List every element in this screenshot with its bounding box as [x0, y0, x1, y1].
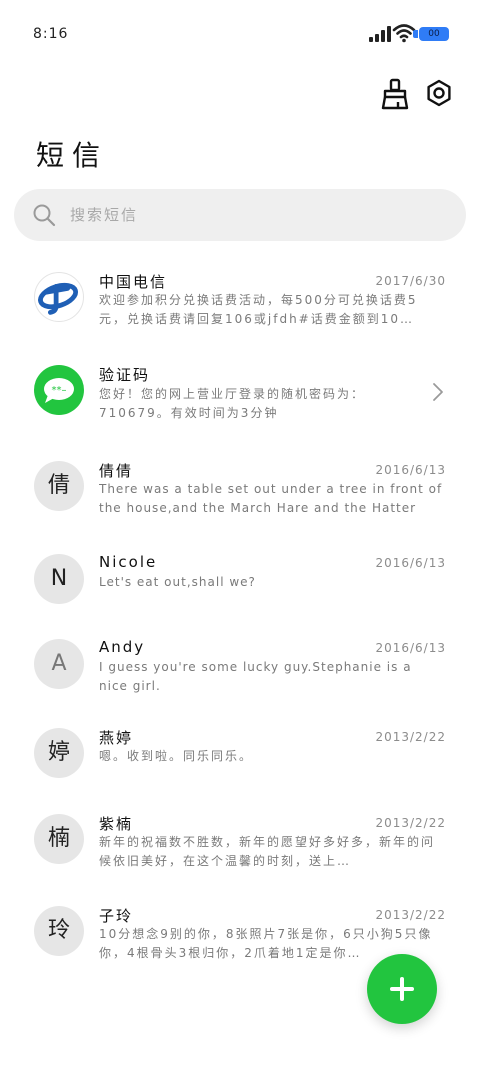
- message-preview: 新年的祝福数不胜数，新年的愿望好多好多，新年的问候依旧美好，在这个温馨的时刻，送…: [99, 835, 436, 868]
- avatar: 楠: [34, 814, 84, 864]
- message-date: 2016/6/13: [375, 641, 446, 655]
- message-preview: 您好！您的网上营业厅登录的随机密码为：710679。有效时间为3分钟: [99, 387, 366, 420]
- message-date: 2016/6/13: [375, 463, 446, 477]
- avatar: N: [34, 554, 84, 604]
- avatar: 婷: [34, 728, 84, 778]
- message-item[interactable]: 倩 倩倩 2016/6/13 There was a table set out…: [0, 451, 480, 539]
- message-date: 2013/2/22: [375, 816, 446, 830]
- search-placeholder: 搜索短信: [70, 206, 139, 224]
- sender-name: 子玲: [99, 907, 134, 925]
- status-time: 8:16: [33, 26, 69, 42]
- message-preview: 欢迎参加积分兑换话费活动，每500分可兑换话费5元，兑换话费请回复106或jfd…: [99, 293, 418, 326]
- message-preview: 嗯。收到啦。同乐同乐。: [99, 749, 254, 763]
- message-date: 2017/6/30: [375, 274, 446, 288]
- message-preview: I guess you're some lucky guy.Stephanie …: [99, 660, 412, 693]
- message-item[interactable]: 婷 燕婷 2013/2/22 嗯。收到啦。同乐同乐。: [0, 718, 480, 806]
- battery-icon: 00: [419, 27, 449, 41]
- signal-icon: [369, 26, 391, 42]
- chevron-right-icon: [433, 383, 443, 401]
- new-message-button[interactable]: [367, 954, 437, 1024]
- avatar: 倩: [34, 461, 84, 511]
- status-bar: 8:16 00: [0, 0, 480, 64]
- battery-tip: [413, 30, 418, 38]
- message-preview: Let's eat out,shall we?: [99, 575, 256, 589]
- svg-text:**–: **–: [52, 385, 67, 396]
- message-item[interactable]: N Nicole 2016/6/13 Let's eat out,shall w…: [0, 544, 480, 632]
- sender-name: 燕婷: [99, 729, 134, 747]
- avatar: 玲: [34, 906, 84, 956]
- message-item[interactable]: 楠 紫楠 2013/2/22 新年的祝福数不胜数，新年的愿望好多好多，新年的问候…: [0, 804, 480, 892]
- sender-name: Andy: [99, 638, 146, 656]
- search-icon: [33, 204, 56, 227]
- message-preview: There was a table set out under a tree i…: [99, 482, 443, 515]
- message-date: 2016/6/13: [375, 556, 446, 570]
- sender-name: 倩倩: [99, 462, 134, 480]
- message-item[interactable]: 中国电信 2017/6/30 欢迎参加积分兑换话费活动，每500分可兑换话费5元…: [0, 262, 480, 350]
- message-date: 2013/2/22: [375, 730, 446, 744]
- message-item[interactable]: **– 验证码 您好！您的网上营业厅登录的随机密码为：710679。有效时间为3…: [0, 355, 480, 443]
- settings-icon[interactable]: [424, 78, 454, 110]
- message-item[interactable]: A Andy 2016/6/13 I guess you're some luc…: [0, 629, 480, 717]
- battery-level: 00: [428, 29, 440, 39]
- avatar: **–: [34, 365, 84, 415]
- china-telecom-logo-icon: [38, 282, 79, 315]
- sender-name: 中国电信: [99, 273, 168, 291]
- clean-brush-icon[interactable]: [380, 78, 410, 110]
- sender-name: 验证码: [99, 366, 151, 384]
- plus-icon-stroke: [400, 977, 404, 1001]
- sender-name: 紫楠: [99, 815, 134, 833]
- search-input[interactable]: 搜索短信: [14, 189, 466, 241]
- page-title: 短信: [36, 139, 109, 172]
- message-date: 2013/2/22: [375, 908, 446, 922]
- sender-name: Nicole: [99, 553, 158, 571]
- avatar: A: [34, 639, 84, 689]
- avatar: [34, 272, 84, 322]
- message-bubble-icon: **–: [44, 378, 74, 403]
